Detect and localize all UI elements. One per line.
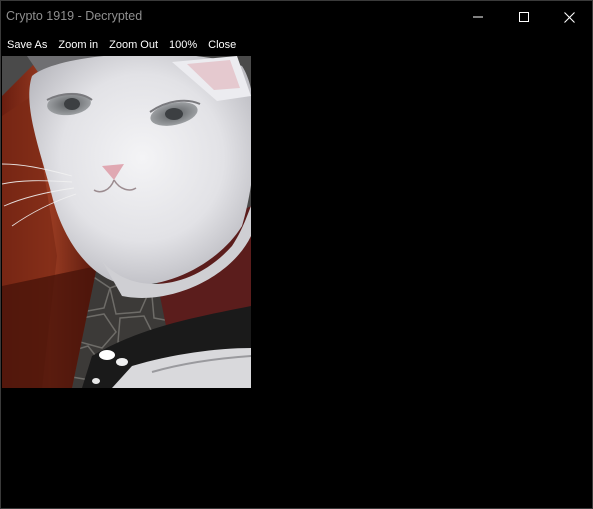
decrypted-image: [2, 56, 251, 388]
menu-zoom-out[interactable]: Zoom Out: [103, 35, 163, 55]
menu-close[interactable]: Close: [202, 35, 241, 55]
title-bar[interactable]: Crypto 1919 - Decrypted: [1, 1, 592, 33]
menu-save-as[interactable]: Save As: [1, 35, 52, 55]
menu-bar: Save As Zoom in Zoom Out 100% Close: [1, 35, 592, 55]
cat-photo-illustration: [2, 56, 251, 388]
app-window: Crypto 1919 - Decrypted Save As Zoom in …: [0, 0, 593, 509]
minimize-icon: [473, 16, 483, 18]
maximize-button[interactable]: [501, 1, 547, 33]
close-window-button[interactable]: [546, 1, 592, 33]
menu-zoom-100[interactable]: 100%: [163, 35, 202, 55]
menu-zoom-in[interactable]: Zoom in: [52, 35, 103, 55]
image-viewer[interactable]: [1, 55, 592, 508]
maximize-icon: [519, 12, 529, 22]
close-icon: [563, 11, 575, 23]
minimize-button[interactable]: [455, 1, 501, 33]
window-title: Crypto 1919 - Decrypted: [6, 9, 143, 23]
